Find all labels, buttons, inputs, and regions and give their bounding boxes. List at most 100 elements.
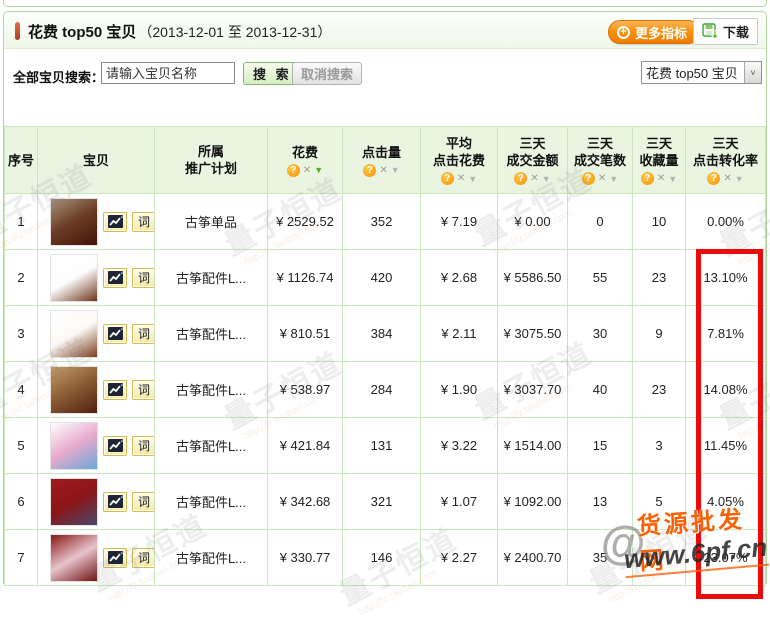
item-search-input[interactable] — [101, 62, 235, 84]
cell-deal-amount: ¥ 0.00 — [498, 194, 568, 250]
trend-chart-button[interactable] — [103, 212, 127, 232]
keywords-button[interactable]: 词 — [132, 268, 155, 288]
product-image[interactable] — [50, 198, 98, 246]
clear-sort-icon[interactable]: ✕ — [530, 173, 538, 184]
cell-plan: 古筝配件L... — [155, 306, 268, 362]
trend-line-icon — [108, 327, 123, 340]
table-row: 2词古筝配件L...¥ 1126.74420¥ 2.68¥ 5586.50552… — [5, 250, 766, 306]
cell-cost: ¥ 1126.74 — [268, 250, 343, 306]
cell-favorites: 23 — [633, 362, 686, 418]
cancel-search-button[interactable]: 取消搜索 — [292, 62, 362, 85]
panel-title-bar: 花费 top50 宝贝（2013-12-01 至 2013-12-31） + 更… — [4, 12, 766, 49]
clear-sort-icon[interactable]: ✕ — [457, 173, 465, 184]
table-row: 1词古筝单品¥ 2529.52352¥ 7.19¥ 0.000100.00% — [5, 194, 766, 250]
keywords-button[interactable]: 词 — [132, 548, 155, 568]
help-icon[interactable]: ? — [707, 172, 720, 185]
clear-sort-icon[interactable]: ✕ — [598, 173, 606, 184]
download-label: 下载 — [723, 22, 749, 41]
column-label-line: 三天 — [633, 135, 685, 152]
cell-favorites: 3 — [633, 418, 686, 474]
column-header-花费: 花费?✕▼ — [268, 127, 343, 194]
report-type-select[interactable]: 花费 top50 宝贝 ˅ — [641, 61, 762, 84]
keywords-button[interactable]: 词 — [132, 212, 155, 232]
cell-avg-click-cost: ¥ 3.22 — [421, 418, 498, 474]
help-icon[interactable]: ? — [582, 172, 595, 185]
trend-chart-button[interactable] — [103, 436, 127, 456]
cell-plan: 古筝配件L... — [155, 250, 268, 306]
sort-desc-icon[interactable]: ▼ — [735, 174, 744, 184]
download-button[interactable]: 下载 — [693, 18, 758, 45]
sort-desc-icon[interactable]: ▼ — [468, 174, 477, 184]
cell-avg-click-cost: ¥ 7.19 — [421, 194, 498, 250]
more-metrics-button[interactable]: + 更多指标 — [608, 20, 700, 44]
cell-plan: 古筝配件L... — [155, 474, 268, 530]
item-cell-inner: 词 — [38, 422, 154, 470]
column-label: 三天成交笔数 — [568, 135, 632, 169]
trend-line-icon — [108, 439, 123, 452]
clear-sort-icon[interactable]: ✕ — [303, 165, 311, 176]
cell-clicks: 146 — [343, 530, 421, 586]
cell-plan: 古筝配件L... — [155, 362, 268, 418]
sort-icon-group: ?✕▼ — [421, 172, 497, 185]
product-image[interactable] — [50, 366, 98, 414]
product-image[interactable] — [50, 422, 98, 470]
keywords-button[interactable]: 词 — [132, 436, 155, 456]
sort-desc-icon[interactable]: ▼ — [314, 165, 323, 175]
cell-cvr: 13.10% — [686, 250, 766, 306]
column-label: 三天点击转化率 — [686, 135, 765, 169]
help-icon[interactable]: ? — [514, 172, 527, 185]
column-label-line: 三天 — [498, 135, 567, 152]
column-label: 三天收藏量 — [633, 135, 685, 169]
column-label-line: 点击花费 — [421, 152, 497, 169]
cell-favorites: 10 — [633, 194, 686, 250]
cell-cvr: 7.81% — [686, 306, 766, 362]
sort-desc-icon[interactable]: ▼ — [391, 165, 400, 175]
clear-sort-icon[interactable]: ✕ — [657, 173, 665, 184]
column-label: 宝贝 — [38, 152, 154, 169]
product-image[interactable] — [50, 254, 98, 302]
table-row: 4词古筝配件L...¥ 538.97284¥ 1.90¥ 3037.704023… — [5, 362, 766, 418]
product-image[interactable] — [50, 478, 98, 526]
cell-clicks: 384 — [343, 306, 421, 362]
column-header-所属推广计划: 所属推广计划 — [155, 127, 268, 194]
column-label-line: 三天 — [568, 135, 632, 152]
product-image[interactable] — [50, 310, 98, 358]
trend-chart-button[interactable] — [103, 380, 127, 400]
trend-chart-button[interactable] — [103, 548, 127, 568]
help-icon[interactable]: ? — [641, 172, 654, 185]
trend-line-icon — [108, 271, 123, 284]
trend-chart-button[interactable] — [103, 492, 127, 512]
item-cell-inner: 词 — [38, 310, 154, 358]
cell-cvr: 14.08% — [686, 362, 766, 418]
trend-chart-button[interactable] — [103, 268, 127, 288]
keywords-button[interactable]: 词 — [132, 380, 155, 400]
cost-top50-panel: 花费 top50 宝贝（2013-12-01 至 2013-12-31） + 更… — [3, 11, 767, 584]
cell-deal-amount: ¥ 1092.00 — [498, 474, 568, 530]
cell-item: 词 — [38, 194, 155, 250]
product-image[interactable] — [50, 534, 98, 582]
cell-deal-count: 40 — [568, 362, 633, 418]
column-label: 花费 — [268, 144, 342, 161]
chevron-down-icon: ˅ — [744, 62, 761, 83]
column-label-line: 点击转化率 — [686, 152, 765, 169]
sort-desc-icon[interactable]: ▼ — [609, 174, 618, 184]
help-icon[interactable]: ? — [441, 172, 454, 185]
help-icon[interactable]: ? — [287, 164, 300, 177]
cell-cost: ¥ 538.97 — [268, 362, 343, 418]
sort-desc-icon[interactable]: ▼ — [542, 174, 551, 184]
sort-desc-icon[interactable]: ▼ — [668, 174, 677, 184]
keywords-button[interactable]: 词 — [132, 492, 155, 512]
clear-sort-icon[interactable]: ✕ — [379, 165, 387, 176]
item-cell-inner: 词 — [38, 254, 154, 302]
sort-icon-group: ?✕▼ — [633, 172, 685, 185]
cell-index: 2 — [5, 250, 38, 306]
clear-sort-icon[interactable]: ✕ — [723, 173, 731, 184]
cell-cost: ¥ 421.84 — [268, 418, 343, 474]
item-cell-inner: 词 — [38, 534, 154, 582]
keywords-button[interactable]: 词 — [132, 324, 155, 344]
trend-chart-button[interactable] — [103, 324, 127, 344]
sort-icon-group: ?✕ ▼ — [343, 164, 420, 177]
help-icon[interactable]: ? — [363, 164, 376, 177]
cell-clicks: 420 — [343, 250, 421, 306]
cell-cost: ¥ 330.77 — [268, 530, 343, 586]
